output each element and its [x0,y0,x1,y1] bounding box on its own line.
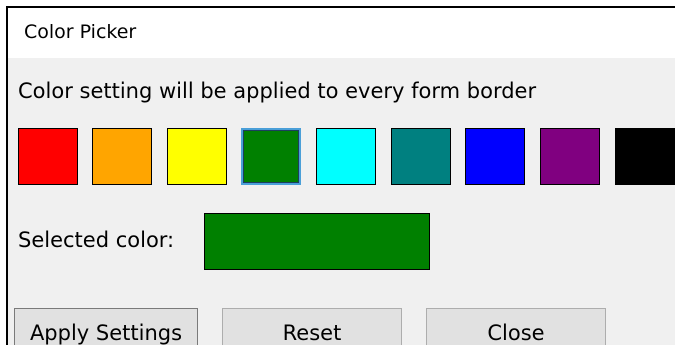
swatch-green[interactable] [241,128,301,185]
selected-color-preview [204,213,430,270]
swatch-red[interactable] [18,128,78,185]
reset-button[interactable]: Reset [222,308,402,345]
color-picker-window: Color Picker Color setting will be appli… [6,6,675,345]
swatch-yellow[interactable] [167,128,227,185]
selected-color-label: Selected color: [18,228,175,252]
swatch-black[interactable] [615,128,675,185]
swatch-orange[interactable] [92,128,152,185]
close-button[interactable]: Close [426,308,606,345]
apply-settings-button[interactable]: Apply Settings [14,308,198,345]
swatch-teal[interactable] [391,128,451,185]
swatch-blue[interactable] [465,128,525,185]
swatch-cyan[interactable] [316,128,376,185]
swatch-purple[interactable] [540,128,600,185]
color-palette [8,8,675,345]
